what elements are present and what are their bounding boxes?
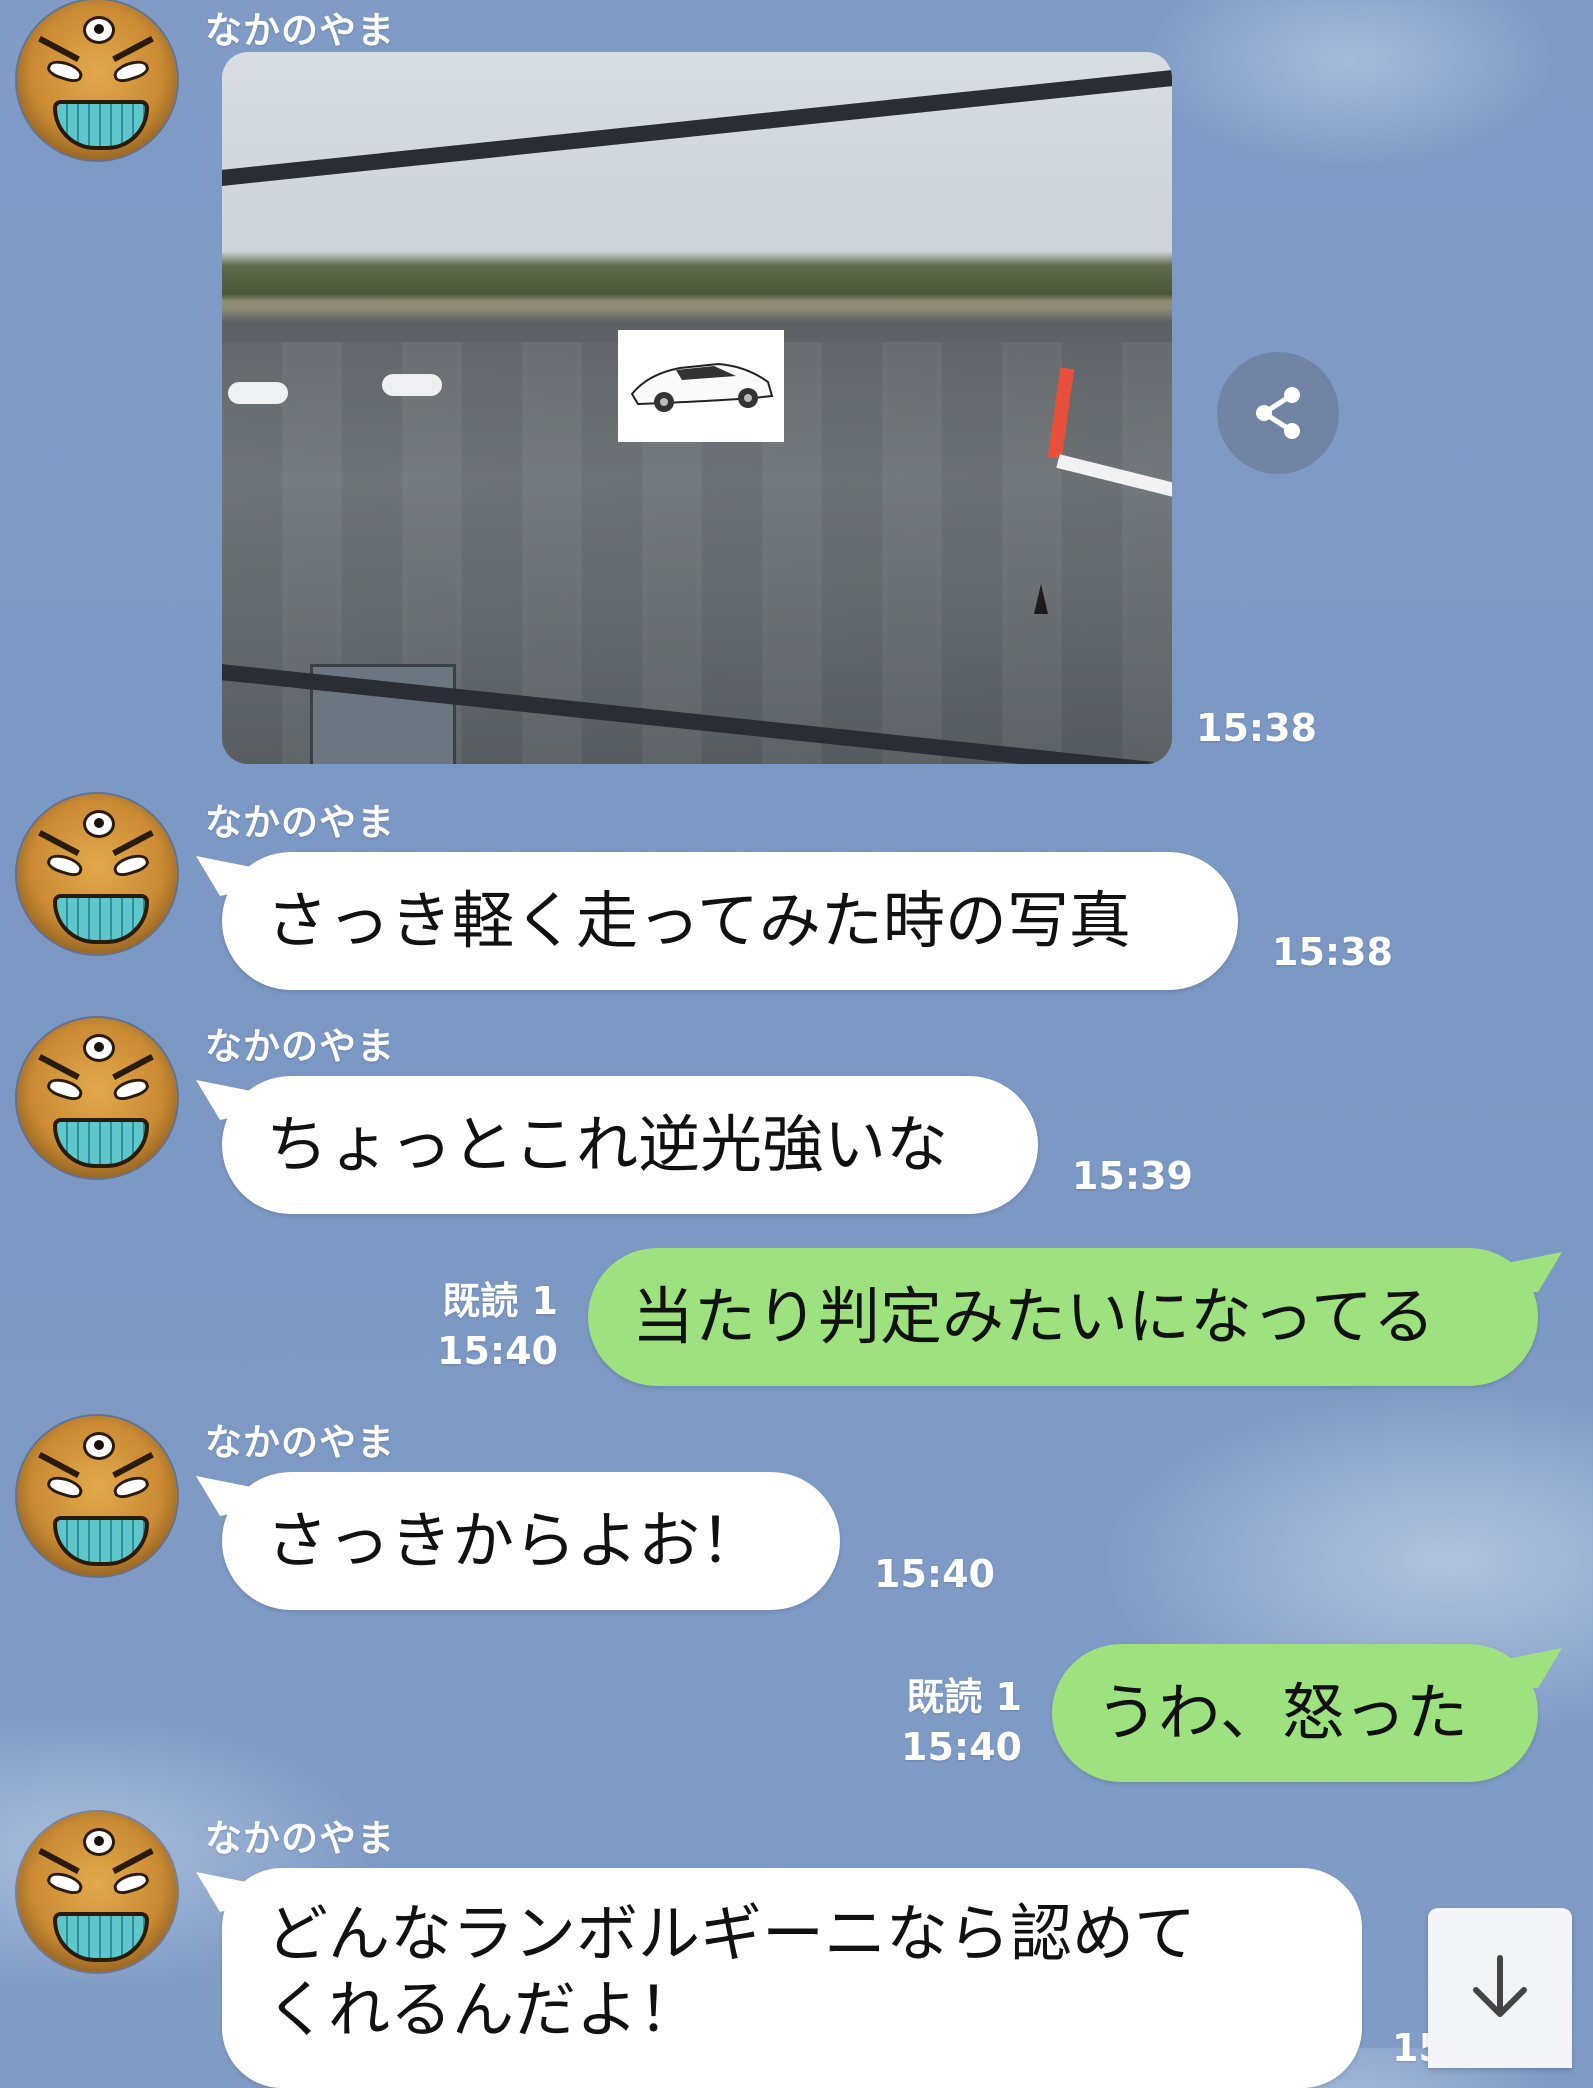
avatar-third-eye <box>83 810 115 838</box>
message-time: 15:38 <box>1196 706 1317 750</box>
avatar-brow <box>38 1452 80 1478</box>
message-time: 15:40 <box>901 1725 1022 1769</box>
avatar[interactable] <box>17 1416 177 1576</box>
read-receipt: 既読 1 15:40 <box>864 1672 1022 1772</box>
avatar-brow <box>112 1054 154 1080</box>
photo-wire <box>222 67 1172 188</box>
sender-name: なかのやま <box>205 1421 395 1464</box>
avatar-brow <box>112 830 154 856</box>
sender-name: なかのやま <box>205 1817 395 1860</box>
photo-cone <box>1034 584 1048 614</box>
shared-photo[interactable] <box>222 52 1172 764</box>
avatar-brow <box>38 830 80 856</box>
message-bubble[interactable]: ちょっとこれ逆光強いな <box>222 1076 1038 1214</box>
message-text-line: どんなランボルギーニなら認めて <box>266 1897 1197 1970</box>
avatar[interactable] <box>17 0 177 160</box>
avatar-eye <box>45 1472 85 1502</box>
avatar-mouth <box>53 1118 149 1168</box>
sender-name: なかのやま <box>205 801 395 844</box>
car-sticker <box>618 330 784 442</box>
message-time: 15:38 <box>1272 930 1393 974</box>
avatar-mouth <box>53 894 149 944</box>
message-time: 15:40 <box>874 1552 995 1596</box>
avatar-eye <box>111 56 151 86</box>
message-bubble[interactable]: 当たり判定みたいになってる <box>588 1248 1538 1386</box>
message-bubble[interactable]: さっき軽く走ってみた時の写真 <box>222 852 1238 990</box>
photo-helicopter <box>228 382 288 404</box>
read-status: 既読 1 <box>442 1279 558 1323</box>
avatar-brow <box>38 1054 80 1080</box>
sender-name: なかのやま <box>205 1025 395 1068</box>
avatar-eye <box>111 1074 151 1104</box>
avatar-brow <box>38 1848 80 1874</box>
photo-helicopter <box>382 374 442 396</box>
avatar-mouth <box>53 100 149 150</box>
avatar-brow <box>112 1848 154 1874</box>
avatar-eye <box>111 1868 151 1898</box>
message-bubble[interactable]: さっきからよお！ <box>222 1472 840 1610</box>
avatar[interactable] <box>17 1018 177 1178</box>
share-icon <box>1256 387 1300 439</box>
avatar-third-eye <box>83 16 115 44</box>
avatar-eye <box>45 1868 85 1898</box>
avatar-eye <box>111 850 151 880</box>
message-bubble[interactable]: どんなランボルギーニなら認めて くれるんだよ！ <box>222 1868 1362 2088</box>
message-bubble[interactable]: うわ、怒った <box>1052 1644 1538 1782</box>
avatar-third-eye <box>83 1432 115 1460</box>
avatar-third-eye <box>83 1828 115 1856</box>
avatar-brow <box>112 1452 154 1478</box>
sender-name: なかのやま <box>205 9 395 52</box>
avatar-eye <box>45 850 85 880</box>
message-time: 15:40 <box>437 1329 558 1373</box>
read-status: 既読 1 <box>906 1675 1022 1719</box>
scroll-to-bottom-button[interactable] <box>1428 1908 1572 2068</box>
message-text-line: くれるんだよ！ <box>266 1973 701 2046</box>
avatar-eye <box>45 56 85 86</box>
avatar-brow <box>112 36 154 62</box>
avatar-third-eye <box>83 1034 115 1062</box>
avatar-eye <box>45 1074 85 1104</box>
avatar-mouth <box>53 1912 149 1962</box>
avatar-brow <box>38 36 80 62</box>
car-icon <box>630 362 774 412</box>
share-button[interactable] <box>1217 352 1339 474</box>
avatar-mouth <box>53 1516 149 1566</box>
avatar-eye <box>111 1472 151 1502</box>
read-receipt: 既読 1 15:40 <box>400 1276 558 1376</box>
avatar[interactable] <box>17 794 177 954</box>
message-time: 15:39 <box>1072 1154 1193 1198</box>
avatar[interactable] <box>17 1812 177 1972</box>
arrow-down-icon <box>1473 1955 1527 2017</box>
